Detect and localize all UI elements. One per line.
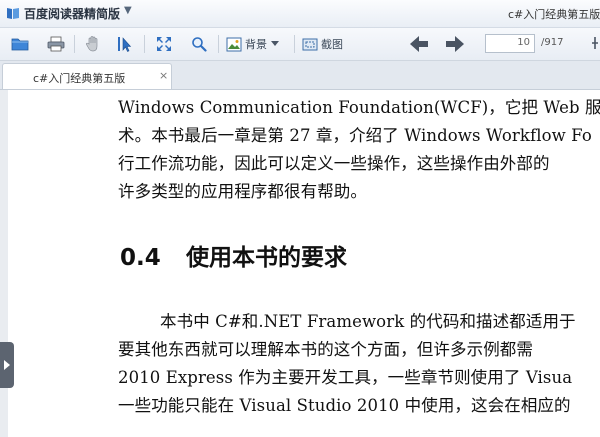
zoom-button[interactable] <box>188 33 210 55</box>
paragraph-line: 一些功能只能在 Visual Studio 2010 中使用，这会在相应的 <box>118 396 571 415</box>
toolbar-divider <box>218 35 219 53</box>
fit-width-icon <box>592 37 598 49</box>
paragraph-line: 要其他东西就可以理解本书的这个方面，但许多示例都需 <box>118 340 533 359</box>
paragraph-line: 本书中 C#和.NET Framework 的代码和描述都适用于 <box>160 312 576 331</box>
previous-page-button[interactable] <box>408 33 430 55</box>
sidebar-toggle-button[interactable] <box>0 342 14 388</box>
hand-icon <box>85 36 98 52</box>
page-total: /917 <box>541 37 564 48</box>
paragraph-line: 许多类型的应用程序都很有帮助。 <box>118 182 367 201</box>
section-heading: 0.4 使用本书的要求 <box>120 238 347 272</box>
chevron-right-icon <box>4 360 10 370</box>
fit-page-button[interactable] <box>590 32 600 58</box>
magnifier-icon <box>192 37 207 52</box>
background-image-icon <box>226 37 242 51</box>
print-button[interactable] <box>44 33 68 55</box>
paragraph-line: Windows Communication Foundation(WCF)，它把… <box>118 98 600 117</box>
app-menu-dropdown-icon[interactable]: ▼ <box>124 5 132 16</box>
title-bar: 百度阅读器精简版 ▼ c#入门经典第五版 <box>0 0 600 28</box>
toolbar-divider <box>74 35 75 53</box>
section-title: 使用本书的要求 <box>186 245 347 271</box>
fullscreen-button[interactable] <box>152 33 176 55</box>
section-number: 0.4 <box>120 245 161 271</box>
printer-icon <box>47 36 65 52</box>
document-tab-strip: c#入门经典第五版 × <box>0 61 600 90</box>
next-page-button[interactable] <box>444 33 466 55</box>
document-title: c#入门经典第五版 <box>508 8 600 21</box>
tab-label: c#入门经典第五版 <box>33 72 126 85</box>
toolbar-divider <box>294 35 295 53</box>
screenshot-icon <box>302 38 318 50</box>
fullscreen-icon <box>157 37 171 51</box>
arrow-left-icon <box>410 36 428 52</box>
cursor-select-icon <box>118 37 132 52</box>
select-tool-button[interactable] <box>114 33 136 55</box>
paragraph-line: 行工作流功能，因此可以定义一些操作，这些操作由外部的 <box>118 154 550 173</box>
tab-close-icon[interactable]: × <box>159 69 168 82</box>
document-page: Windows Communication Foundation(WCF)，它把… <box>8 90 600 437</box>
app-title: 百度阅读器精简版 <box>24 7 121 21</box>
screenshot-button[interactable]: 截图 <box>302 33 350 55</box>
page-number-input[interactable]: 10 <box>485 34 535 53</box>
screenshot-label: 截图 <box>321 38 343 51</box>
chevron-down-icon <box>271 41 279 46</box>
hand-tool-button[interactable] <box>82 33 104 55</box>
app-logo-icon <box>7 8 19 19</box>
toolbar-divider <box>144 35 145 53</box>
paragraph-line: 2010 Express 作为主要开发工具，一些章节则使用了 Visua <box>118 368 573 387</box>
open-file-button[interactable] <box>8 33 32 55</box>
background-label: 背景 <box>245 38 267 51</box>
arrow-right-icon <box>446 36 464 52</box>
background-dropdown-button[interactable]: 背景 <box>226 33 288 55</box>
paragraph-line: 术。本书最后一章是第 27 章，介绍了 Windows Workflow Fo <box>118 126 592 145</box>
folder-icon <box>11 38 29 51</box>
tab-document[interactable]: c#入门经典第五版 × <box>2 63 172 89</box>
